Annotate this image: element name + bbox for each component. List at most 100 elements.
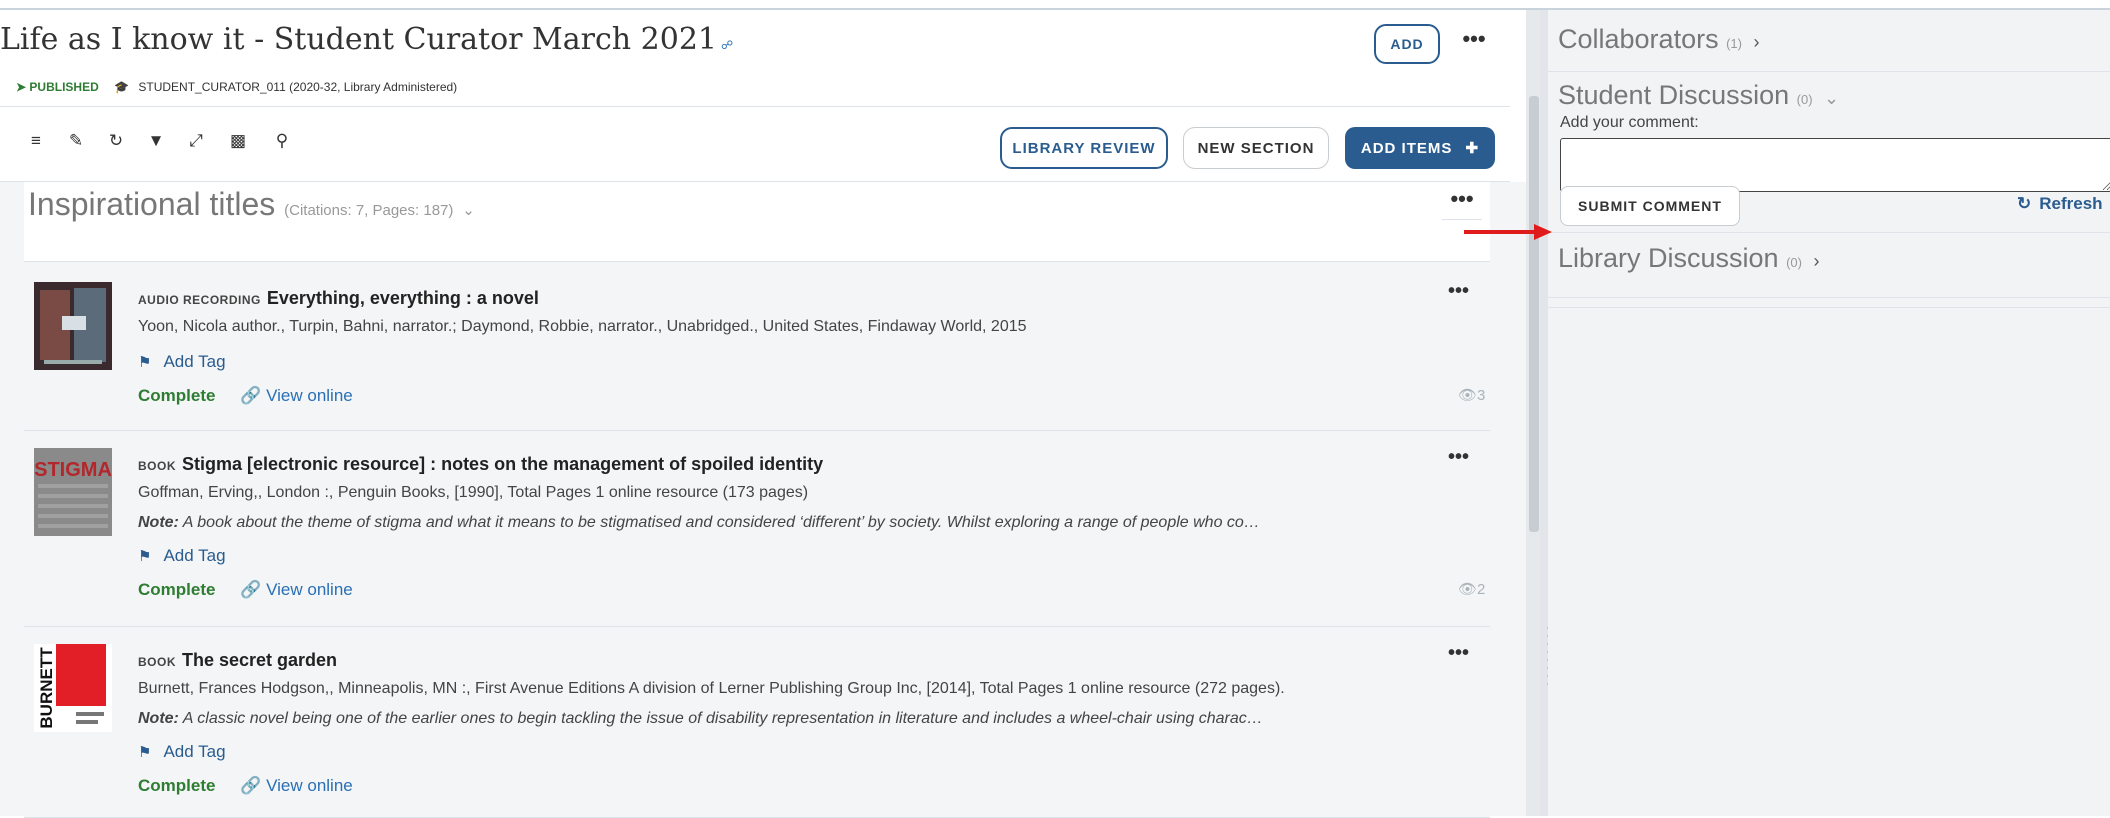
add-tag-link[interactable]: ⚑ Add Tag xyxy=(138,742,226,762)
item-citation: Goffman, Erving,, London :, Penguin Book… xyxy=(138,484,809,501)
library-discussion-section: Library Discussion (0) › xyxy=(1548,232,2110,298)
comment-label: Add your comment: xyxy=(1560,114,1699,131)
sync-icon[interactable]: ↻ xyxy=(104,129,128,153)
chevron-down-icon[interactable]: ⌄ xyxy=(462,202,475,219)
item-more-options-icon[interactable]: ••• xyxy=(1448,280,1469,303)
item-title[interactable]: Stigma [electronic resource] : notes on … xyxy=(182,454,823,474)
page-title-text: Life as I know it - Student Curator Marc… xyxy=(0,22,717,57)
item-title[interactable]: Everything, everything : a novel xyxy=(267,288,539,308)
list-icon[interactable]: ≡ xyxy=(24,129,48,153)
item-kind: AUDIO RECORDING xyxy=(138,293,261,307)
student-discussion-count: (0) xyxy=(1796,92,1813,107)
filter-icon[interactable]: ▼ xyxy=(144,129,168,153)
status-complete: Complete xyxy=(138,386,216,405)
collection-meta: ➤ PUBLISHED 🎓 STUDENT_CURATOR_011 (2020-… xyxy=(16,80,457,94)
edit-icon[interactable]: ✎ xyxy=(64,129,88,153)
item-kind: BOOK xyxy=(138,655,176,669)
link-icon[interactable]: ☍ xyxy=(721,38,733,52)
student-discussion-toggle[interactable]: Student Discussion (0) ⌄ xyxy=(1558,80,1839,111)
item-heading: BOOK The secret garden xyxy=(138,646,337,672)
item-status-row: Complete 🔗 View online xyxy=(138,776,353,796)
item-status-row: Complete 🔗 View online xyxy=(138,386,353,406)
section-title-text: Inspirational titles xyxy=(28,186,276,222)
add-items-label: ADD ITEMS xyxy=(1360,140,1453,157)
course-label: STUDENT_CURATOR_011 (2020-32, Library Ad… xyxy=(138,80,458,94)
pane-splitter[interactable] xyxy=(1540,10,1548,816)
search-icon[interactable]: ⚲ xyxy=(270,129,294,153)
collaborators-count: (1) xyxy=(1726,36,1742,51)
add-tag-label: Add Tag xyxy=(163,546,226,565)
add-tag-link[interactable]: ⚑ Add Tag xyxy=(138,352,226,372)
library-discussion-count: (0) xyxy=(1786,255,1802,270)
cover-title: BURNETT xyxy=(37,647,56,729)
library-discussion-title: Library Discussion xyxy=(1558,243,1779,273)
stigma-cover-thumbnail[interactable]: STIGMA xyxy=(34,448,112,536)
view-online-label: View online xyxy=(266,580,353,599)
section-title[interactable]: Inspirational titles (Citations: 7, Page… xyxy=(28,186,475,223)
view-online-link[interactable]: 🔗 View online xyxy=(240,776,353,795)
item-more-options-icon[interactable]: ••• xyxy=(1448,642,1469,665)
item-note: Note: A classic novel being one of the e… xyxy=(138,710,1420,728)
link-icon: 🔗 xyxy=(240,776,262,795)
library-discussion-toggle[interactable]: Library Discussion (0) › xyxy=(1558,243,1820,274)
view-count: 👁2 xyxy=(1458,580,1485,598)
view-online-label: View online xyxy=(266,386,353,405)
item-citation: Burnett, Frances Hodgson,, Minneapolis, … xyxy=(138,680,1285,697)
comment-input[interactable] xyxy=(1560,138,2110,192)
new-section-button[interactable]: NEW SECTION xyxy=(1183,127,1329,169)
more-options-icon[interactable]: ••• xyxy=(1458,28,1490,58)
eye-icon: 👁 xyxy=(1458,581,1478,598)
section-meta: (Citations: 7, Pages: 187) xyxy=(284,202,454,219)
chart-icon[interactable]: ▩ xyxy=(226,129,250,153)
items-list: Inspirational titles (Citations: 7, Page… xyxy=(0,182,1526,818)
collaborators-section: Collaborators (1) › xyxy=(1548,10,2110,72)
refresh-label: Refresh xyxy=(2039,194,2103,213)
submit-comment-button[interactable]: SUBMIT COMMENT xyxy=(1560,186,1740,226)
student-discussion-title: Student Discussion xyxy=(1558,80,1790,110)
side-panel: Collaborators (1) › Student Discussion (… xyxy=(1548,10,2110,816)
add-tag-link[interactable]: ⚑ Add Tag xyxy=(138,546,226,566)
view-online-link[interactable]: 🔗 View online xyxy=(240,386,353,405)
item-title[interactable]: The secret garden xyxy=(182,650,337,670)
collapse-icon[interactable]: ⤢ xyxy=(184,129,208,153)
item-kind: BOOK xyxy=(138,459,176,473)
eye-icon: 👁 xyxy=(1458,387,1478,404)
refresh-link[interactable]: ↻ Refresh xyxy=(2017,194,2103,214)
add-items-button[interactable]: ADD ITEMS ✚ xyxy=(1345,127,1495,169)
note-text: A book about the theme of stigma and wha… xyxy=(182,514,1260,531)
library-review-button[interactable]: LIBRARY REVIEW xyxy=(1000,127,1168,169)
note-text: A classic novel being one of the earlier… xyxy=(182,710,1263,727)
list-item: STIGMA BOOK Stigma [electronic resource] … xyxy=(24,432,1490,627)
tag-icon: ⚑ xyxy=(138,548,152,565)
link-icon: 🔗 xyxy=(240,580,262,599)
collaborators-toggle[interactable]: Collaborators (1) › xyxy=(1558,24,1760,55)
link-icon: 🔗 xyxy=(240,386,262,405)
plus-icon: ✚ xyxy=(1465,140,1480,157)
tag-icon: ⚑ xyxy=(138,744,152,761)
section-header: Inspirational titles (Citations: 7, Page… xyxy=(24,182,1490,262)
section-more-options-icon[interactable]: ••• xyxy=(1442,186,1482,220)
view-count: 👁3 xyxy=(1458,386,1485,404)
status-complete: Complete xyxy=(138,776,216,795)
cover-title: STIGMA xyxy=(34,459,112,481)
item-status-row: Complete 🔗 View online xyxy=(138,580,353,600)
collaborators-title: Collaborators xyxy=(1558,24,1719,54)
page-title: Life as I know it - Student Curator Marc… xyxy=(0,22,733,57)
chevron-right-icon: › xyxy=(1753,32,1760,52)
view-online-label: View online xyxy=(266,776,353,795)
status-complete: Complete xyxy=(138,580,216,599)
item-more-options-icon[interactable]: ••• xyxy=(1448,446,1469,469)
add-button[interactable]: ADD xyxy=(1374,24,1440,64)
view-online-link[interactable]: 🔗 View online xyxy=(240,580,353,599)
secret-garden-cover-thumbnail[interactable]: BURNETT xyxy=(34,644,112,732)
list-item: BURNETT BOOK The secret garden Burnett, F… xyxy=(24,628,1490,818)
chevron-right-icon: › xyxy=(1813,251,1820,271)
item-heading: AUDIO RECORDING Everything, everything : … xyxy=(138,284,539,310)
toolbar: ≡ ✎ ↻ ▼ ⤢ ▩ ⚲ LIBRARY REVIEW NEW SECTION… xyxy=(0,106,1510,182)
view-count-value: 2 xyxy=(1477,581,1486,598)
audio-cover-thumbnail[interactable] xyxy=(34,282,112,370)
list-item: AUDIO RECORDING Everything, everything : … xyxy=(24,266,1490,431)
scrollbar-thumb[interactable] xyxy=(1529,96,1539,532)
annotation-arrow-icon xyxy=(1464,224,1552,240)
tag-icon: ⚑ xyxy=(138,354,152,371)
